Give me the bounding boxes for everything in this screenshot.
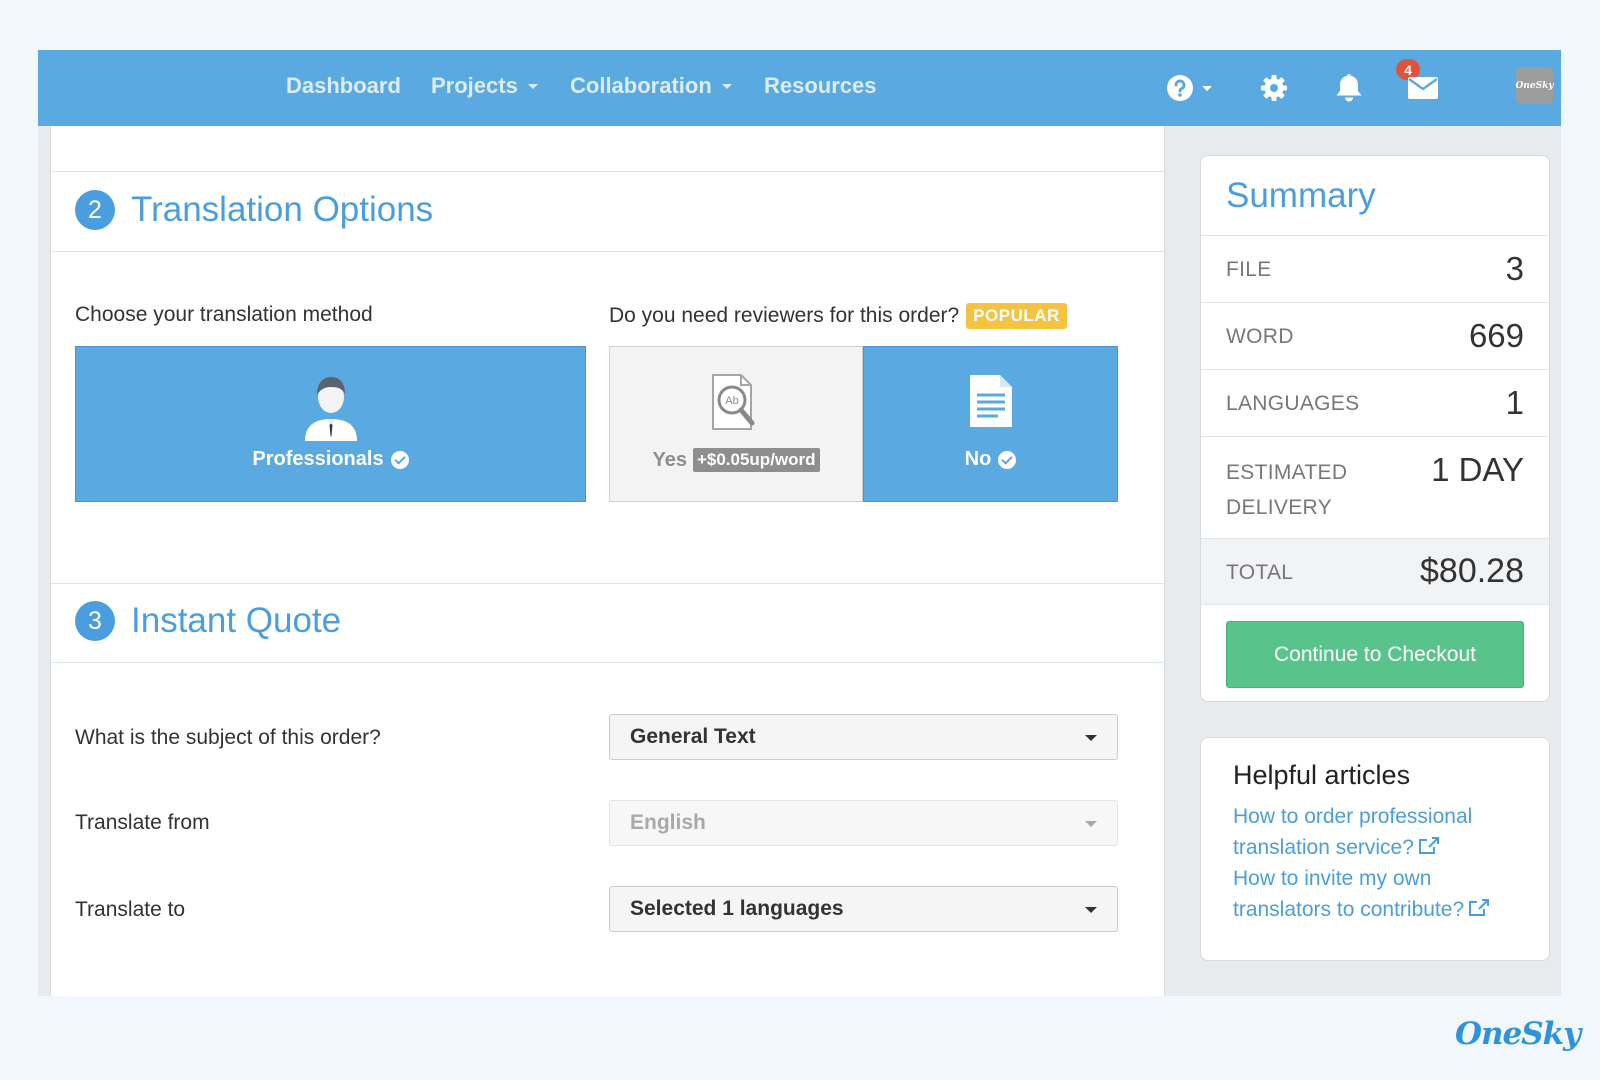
reviewers-question: Do you need reviewers for this order? POP… [609, 303, 1067, 329]
help-menu[interactable] [1166, 70, 1212, 106]
divider [51, 251, 1164, 252]
helpful-articles-card: Helpful articles How to order profession… [1200, 737, 1550, 961]
continue-to-checkout-button[interactable]: Continue to Checkout [1226, 621, 1524, 688]
main-panel: 2 Translation Options Choose your transl… [50, 126, 1165, 996]
subject-label: What is the subject of this order? [75, 726, 381, 749]
professionals-option-label: Professionals [76, 448, 585, 471]
subject-select[interactable]: General Text [609, 714, 1118, 760]
translate-from-select: English [609, 800, 1118, 846]
translate-from-label: Translate from [75, 811, 210, 834]
summary-key: FILE [1226, 258, 1272, 281]
external-link-icon [1418, 837, 1439, 854]
no-label: No [964, 448, 992, 470]
article-link-invite-translators[interactable]: How to invite my own translators to cont… [1233, 863, 1533, 925]
settings-button[interactable] [1260, 70, 1288, 106]
method-option-professionals[interactable]: Professionals [75, 346, 586, 502]
help-icon [1167, 75, 1193, 101]
professionals-label: Professionals [252, 448, 384, 470]
caret-down-icon [1085, 821, 1097, 827]
top-navbar: Dashboard Projects Collaboration Resourc… [38, 50, 1561, 126]
article-link-text: How to invite my own translators to cont… [1233, 867, 1465, 921]
caret-down-icon [1085, 735, 1097, 741]
reviewer-no-label: No [864, 448, 1117, 471]
reviewer-option-yes[interactable]: Ab Yes +$0.05up/word [609, 346, 863, 502]
nav-collaboration[interactable]: Collaboration [570, 73, 732, 99]
app-window: Dashboard Projects Collaboration Resourc… [38, 50, 1561, 996]
section-title-translation-options: Translation Options [131, 190, 434, 229]
document-icon [969, 375, 1012, 427]
divider [51, 583, 1164, 584]
caret-down-icon [1085, 907, 1097, 913]
external-link-icon [1469, 899, 1490, 916]
nav-resources-label: Resources [764, 73, 877, 98]
reviewer-yes-label: Yes +$0.05up/word [610, 448, 862, 472]
summary-row-delivery: ESTIMATED DELIVERY 1 DAY [1201, 436, 1549, 538]
nav-dashboard-label: Dashboard [286, 73, 401, 98]
reviewer-option-no[interactable]: No [863, 346, 1118, 502]
total-label: TOTAL [1226, 561, 1294, 584]
reviewers-label: Do you need reviewers for this order? [609, 304, 960, 327]
popular-badge: POPULAR [966, 303, 1067, 329]
chevron-down-icon [527, 83, 538, 89]
chevron-down-icon [1202, 85, 1212, 91]
onesky-logo: OneSky [1455, 1016, 1581, 1052]
nav-resources[interactable]: Resources [764, 73, 877, 99]
step-number: 2 [88, 195, 102, 224]
reviewer-price-tag: +$0.05up/word [692, 448, 820, 472]
avatar-text: OneSky [1515, 80, 1554, 91]
messages-button[interactable] [1407, 70, 1439, 106]
nav-projects[interactable]: Projects [431, 73, 538, 99]
section-title-instant-quote: Instant Quote [131, 601, 342, 640]
svg-text:Ab: Ab [725, 395, 738, 407]
summary-value: 669 [1468, 317, 1524, 354]
summary-card: Summary FILE 3 WORD 669 LANGUAGES 1 ESTI… [1200, 155, 1550, 702]
translate-to-select[interactable]: Selected 1 languages [609, 886, 1118, 932]
summary-row-total: TOTAL $80.28 [1201, 538, 1549, 605]
checkout-label: Continue to Checkout [1274, 642, 1476, 666]
total-value: $80.28 [1420, 552, 1524, 590]
bell-icon [1336, 74, 1362, 102]
check-circle-icon [998, 450, 1017, 469]
summary-key: ESTIMATED DELIVERY [1226, 461, 1348, 519]
article-link-order-professional[interactable]: How to order professional translation se… [1233, 801, 1533, 863]
method-label: Choose your translation method [75, 303, 373, 326]
mail-icon [1408, 77, 1438, 99]
avatar[interactable]: OneSky [1515, 67, 1554, 104]
summary-value: 3 [1505, 250, 1524, 287]
step-number-badge: 2 [75, 190, 115, 230]
document-search-icon: Ab [712, 374, 755, 430]
nav-dashboard[interactable]: Dashboard [286, 73, 401, 99]
helpful-articles-title: Helpful articles [1233, 760, 1411, 790]
gear-icon [1261, 75, 1287, 101]
professional-person-icon [304, 377, 357, 441]
summary-key: WORD [1226, 325, 1294, 348]
notifications-button[interactable] [1334, 70, 1364, 106]
subject-value: General Text [630, 725, 756, 748]
summary-key: LANGUAGES [1226, 392, 1360, 415]
divider [51, 662, 1164, 663]
translate-to-label: Translate to [75, 898, 186, 921]
summary-row-word: WORD 669 [1201, 302, 1549, 369]
nav-projects-label: Projects [431, 73, 518, 98]
step-number: 3 [88, 606, 102, 635]
check-circle-icon [390, 450, 409, 469]
summary-row-file: FILE 3 [1201, 235, 1549, 302]
yes-label: Yes [652, 448, 687, 471]
summary-title: Summary [1226, 176, 1376, 215]
summary-value: 1 DAY [1431, 451, 1524, 488]
translate-from-value: English [630, 811, 706, 834]
chevron-down-icon [721, 83, 732, 89]
nav-collaboration-label: Collaboration [570, 73, 712, 98]
step-number-badge: 3 [75, 601, 115, 641]
divider [51, 171, 1164, 172]
summary-row-languages: LANGUAGES 1 [1201, 369, 1549, 436]
summary-value: 1 [1505, 384, 1524, 421]
translate-to-value: Selected 1 languages [630, 897, 844, 920]
